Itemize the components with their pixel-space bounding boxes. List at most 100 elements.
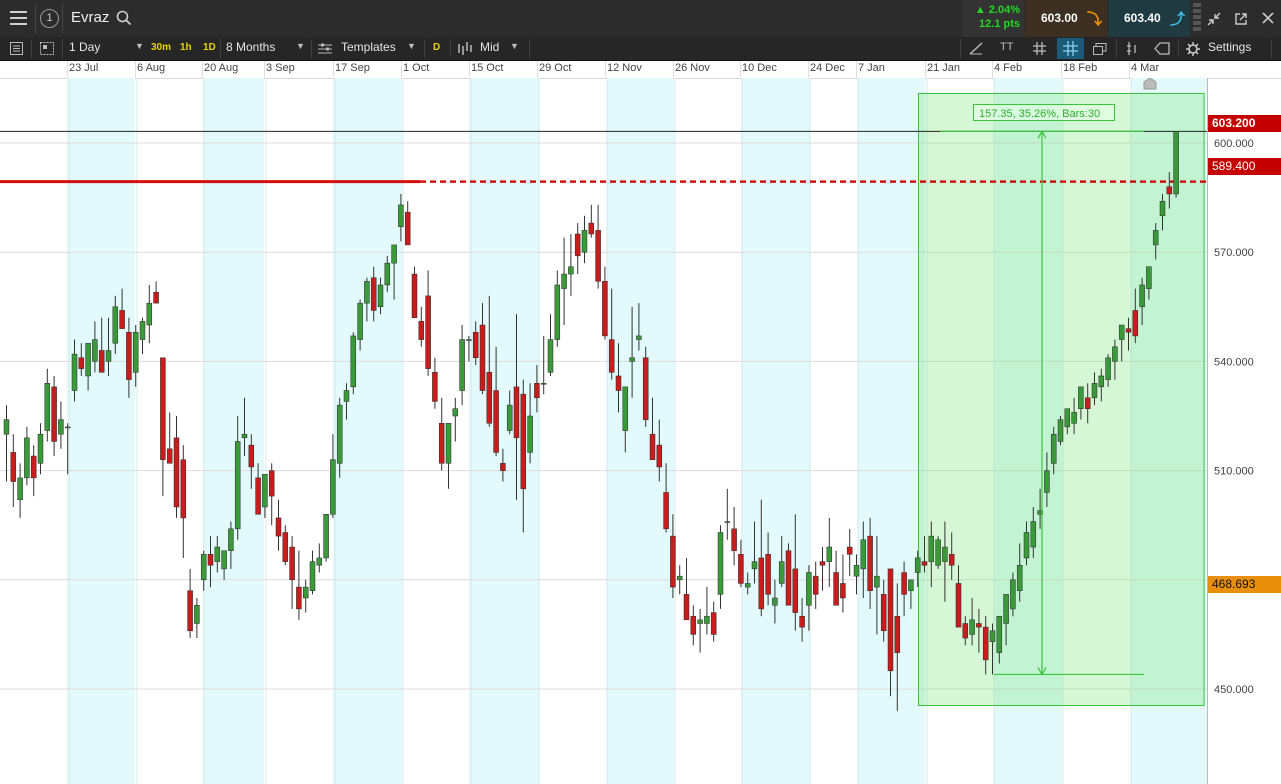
candle-body	[1146, 266, 1152, 289]
candle-body	[37, 433, 44, 464]
gear-icon[interactable]	[1186, 42, 1200, 56]
hamburger-menu-icon[interactable]	[10, 11, 27, 25]
candle-body	[58, 419, 64, 435]
d-toggle[interactable]: D	[433, 42, 440, 53]
candle-body	[996, 615, 1003, 653]
x-tick-label: 29 Oct	[539, 62, 572, 74]
candle-body	[1098, 375, 1105, 388]
candle-body	[642, 357, 649, 420]
candle-body	[574, 233, 581, 257]
price-chart[interactable]: 450.000480.000510.000540.000570.000600.0…	[0, 78, 1281, 784]
x-tick-separator	[1129, 61, 1130, 78]
candle-body	[1166, 186, 1173, 195]
templates-label: Templates	[341, 40, 396, 54]
layout-grid-icon[interactable]	[40, 42, 54, 55]
candle-body	[370, 277, 377, 311]
candle-body	[1023, 532, 1030, 559]
candle-body	[1010, 579, 1016, 610]
layout-number-badge[interactable]: 1	[40, 9, 59, 28]
quick-1h-button[interactable]: 1h	[180, 42, 192, 53]
interval-label: 1 Day	[69, 40, 101, 54]
x-tick-separator	[1061, 61, 1062, 78]
candle-body	[969, 619, 975, 635]
search-icon[interactable]	[116, 10, 132, 26]
range-dropdown[interactable]: 8 Months ▼	[226, 40, 305, 54]
candle-body	[670, 535, 676, 588]
candle-body	[214, 546, 221, 562]
list-icon[interactable]	[10, 42, 23, 55]
x-tick-separator	[992, 61, 993, 78]
candle-body	[187, 590, 193, 632]
candle-body	[112, 306, 119, 344]
price-type-label: Mid	[480, 40, 500, 54]
x-tick-separator	[605, 61, 606, 78]
candle-body	[540, 382, 547, 385]
candle-body	[840, 583, 846, 599]
candle-body	[1125, 328, 1132, 333]
x-tick-separator	[808, 61, 809, 78]
chevron-down-icon: ▼	[135, 41, 144, 51]
candle-body	[1078, 386, 1084, 409]
candle-body	[615, 375, 622, 391]
candle-body	[391, 244, 397, 264]
candle-body	[676, 575, 683, 581]
candle-body	[1112, 346, 1118, 362]
candle-body	[561, 273, 567, 289]
candle-body	[608, 339, 615, 373]
x-tick-separator	[537, 61, 538, 78]
tag-icon[interactable]	[1154, 42, 1170, 55]
quick-1d-button[interactable]: 1D	[203, 42, 216, 53]
candle-body	[860, 539, 867, 570]
chevron-down-icon: ▼	[510, 41, 519, 51]
candle-body	[241, 433, 248, 439]
candle-body	[1139, 284, 1145, 308]
candle-body	[887, 568, 894, 672]
candle-body	[568, 266, 574, 275]
candle-body	[697, 619, 703, 624]
candle-body	[180, 459, 187, 519]
indicator-icon[interactable]	[1125, 42, 1139, 55]
templates-dropdown[interactable]: Templates ▼	[341, 40, 416, 54]
grid-icon[interactable]	[1033, 42, 1046, 55]
candle-body	[10, 452, 17, 482]
quick-30m-button[interactable]: 30m	[151, 42, 171, 53]
x-tick-label: 10 Dec	[742, 62, 777, 74]
collapse-icon[interactable]	[1207, 12, 1221, 26]
candle-body	[581, 230, 588, 253]
buy-button[interactable]: 603.40 ⤴	[1108, 0, 1190, 37]
x-tick-separator	[202, 61, 203, 78]
text-tool-button[interactable]: TT	[1000, 41, 1013, 53]
candle-body	[683, 594, 690, 621]
candle-body	[833, 572, 839, 606]
candle-body	[547, 339, 554, 373]
close-icon[interactable]	[1262, 12, 1274, 24]
candle-body	[500, 463, 506, 471]
measure-label: 157.35, 35.26%, Bars:30	[979, 108, 1100, 120]
popout-icon[interactable]	[1234, 12, 1248, 26]
top-bar: 1 Evraz ▲ 2.04% 12.1 pts 603.00 ⤵ 603.40…	[0, 0, 1281, 38]
candle-body	[772, 597, 778, 606]
candle-body	[1105, 357, 1111, 380]
candle-body	[221, 550, 227, 570]
chart-toolbar: 1 Day ▼ 30m 1h 1D 8 Months ▼ Templates ▼…	[0, 37, 1281, 61]
layers-icon[interactable]	[1093, 42, 1107, 55]
price-type-icon	[458, 42, 472, 55]
candle-body	[1084, 397, 1091, 409]
candle-body	[982, 626, 989, 661]
settings-button[interactable]: Settings	[1208, 40, 1251, 54]
candle-body	[200, 554, 207, 581]
candle-body	[731, 528, 737, 551]
interval-dropdown[interactable]: 1 Day ▼	[69, 40, 144, 54]
crosshair-button[interactable]	[1057, 38, 1084, 59]
draw-line-icon[interactable]	[969, 42, 983, 55]
price-type-dropdown[interactable]: Mid ▼	[480, 40, 519, 54]
sell-button[interactable]: 603.00 ⤵	[1025, 0, 1107, 37]
templates-icon	[318, 43, 332, 54]
candle-body	[785, 550, 792, 606]
candle-body	[486, 372, 493, 424]
chevron-down-icon: ▼	[407, 41, 416, 51]
candle-body	[955, 583, 962, 628]
candle-body	[268, 470, 275, 497]
x-tick-label: 4 Mar	[1131, 62, 1160, 74]
instrument-name[interactable]: Evraz	[71, 9, 109, 26]
